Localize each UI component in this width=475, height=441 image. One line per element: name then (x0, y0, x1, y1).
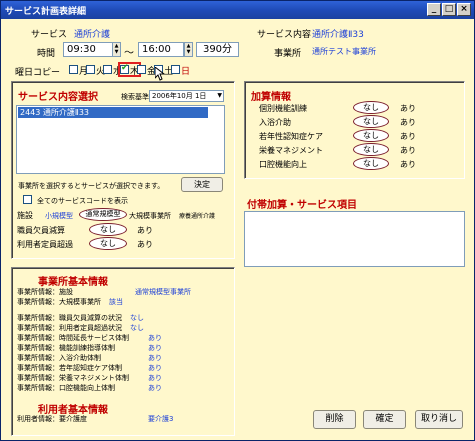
staff-shortage-none[interactable]: なし (89, 223, 127, 236)
office-info-value: あり (148, 354, 162, 362)
service-value: 通所介護 (74, 30, 111, 40)
addon-option-none[interactable]: なし (353, 143, 389, 156)
show-all-checkbox[interactable] (23, 195, 32, 204)
staff-shortage-label: 職員欠員減算 (17, 226, 65, 235)
office-info-value: 該当 (109, 298, 123, 306)
minimize-button[interactable]: _ (427, 3, 441, 16)
weekday-checkbox[interactable] (103, 65, 112, 74)
office-info-label: 事業所情報：利用者定員超過状況 (17, 324, 122, 332)
addon-option-yes[interactable]: あり (400, 131, 416, 142)
office-info-label: 事業所情報：大規模事業所 (17, 298, 101, 306)
window-title: サービス計画表詳細 (5, 7, 87, 17)
addon-option-yes[interactable]: あり (400, 159, 416, 170)
addon-label: 個別機能訓練 (259, 104, 307, 113)
confirm-button[interactable]: 確定 (363, 410, 406, 429)
weekday-copy-label: 曜日コピー (15, 68, 61, 78)
addon-option-none[interactable]: なし (353, 129, 389, 142)
service-label: サービス (31, 30, 68, 40)
extra-title: 付帯加算・サービス項目 (247, 200, 357, 211)
facility-option-nursing[interactable]: 療養通所介護 (179, 211, 215, 220)
office-info-value: あり (148, 374, 162, 382)
search-date-value: 2006年10月 1日 (152, 92, 207, 100)
title-bar[interactable]: サービス計画表詳細 _ □ × (1, 1, 474, 19)
office-info-label: 事業所情報：栄養マネジメント体制 (17, 374, 129, 382)
addon-label: 口腔機能向上 (259, 160, 307, 169)
addon-label: 栄養マネジメント (259, 146, 323, 155)
show-all-label: 全てのサービスコードを表示 (37, 197, 128, 205)
service-content-value: 通所介護Ⅱ33 (312, 30, 364, 40)
over-capacity-none[interactable]: なし (89, 237, 127, 250)
weekday-label: 日 (181, 67, 191, 77)
time-tilde: ～ (124, 48, 134, 59)
office-info-label: 事業所情報：若年認知症ケア体制 (17, 364, 122, 372)
office-info-value: あり (148, 384, 162, 392)
facility-option-normal[interactable]: 通常規模型 (79, 208, 127, 221)
time-label: 時間 (37, 49, 56, 59)
addon-option-none[interactable]: なし (353, 157, 389, 170)
office-label: 事業所 (274, 49, 302, 59)
service-hint: 事業所を選択するとサービスが選択できます。 (18, 182, 165, 190)
office-info-value: あり (148, 364, 162, 372)
facility-label: 施設 (17, 211, 33, 220)
addon-option-none[interactable]: なし (353, 115, 389, 128)
office-info-label: 事業所情報：機能訓練指導体制 (17, 344, 115, 352)
weekday-checkbox[interactable] (171, 65, 180, 74)
end-time-spinner[interactable]: ▲ ▼ (184, 42, 193, 57)
office-info-label: 事業所情報：口腔機能向上体制 (17, 384, 115, 392)
office-value: 通所テスト事業所 (312, 47, 376, 56)
facility-option-small[interactable]: 小規模型 (45, 211, 73, 221)
office-info-value: 通常規模型事業所 (135, 288, 191, 296)
addon-label: 若年性認知症ケア (259, 132, 323, 141)
addon-option-yes[interactable]: あり (400, 117, 416, 128)
office-info-value: あり (148, 334, 162, 342)
close-button[interactable]: × (457, 3, 471, 16)
cancel-button[interactable]: 取り消し (415, 410, 463, 429)
user-info-label: 利用者情報：要介護度 (17, 415, 87, 423)
search-date-select[interactable]: 2006年10月 1日 ▼ (149, 90, 224, 102)
office-info-value: なし (130, 324, 144, 332)
office-info-value: なし (130, 314, 144, 322)
office-info-label: 事業所情報：入浴介助体制 (17, 354, 101, 362)
facility-option-large[interactable]: 大規模事業所 (129, 211, 171, 221)
office-info-label: 事業所情報：時間延長サービス体制 (17, 334, 129, 342)
dialog-window: サービス計画表詳細 _ □ × サービス 通所介護 サービス内容 通所介護Ⅱ33… (0, 0, 475, 441)
service-content-label: サービス内容 (257, 30, 312, 40)
addon-title: 加算情報 (251, 92, 291, 103)
office-info-title: 事業所基本情報 (38, 277, 108, 288)
weekday-checkbox[interactable] (137, 65, 146, 74)
office-info-value: あり (148, 344, 162, 352)
addon-label: 入浴介助 (259, 118, 291, 127)
addon-option-yes[interactable]: あり (400, 103, 416, 114)
office-info-label: 事業所情報：施設 (17, 288, 73, 296)
list-item[interactable]: 2443 通所介護Ⅱ33 (18, 107, 208, 118)
addon-option-none[interactable]: なし (353, 101, 389, 114)
end-time-input[interactable]: 16:00 (138, 42, 184, 57)
maximize-button[interactable]: □ (442, 3, 456, 16)
service-select-title: サービス内容選択 (18, 92, 98, 103)
duration-field: 390分 (196, 42, 239, 57)
staff-shortage-yes[interactable]: あり (137, 225, 153, 236)
user-info-value: 要介護3 (148, 415, 174, 423)
weekday-checkbox[interactable] (86, 65, 95, 74)
cursor-icon (155, 67, 165, 81)
extra-listbox[interactable] (244, 211, 465, 267)
service-listbox[interactable]: 2443 通所介護Ⅱ33 (16, 105, 225, 174)
office-info-label: 事業所情報：職員欠員減算の状況 (17, 314, 122, 322)
start-time-spinner[interactable]: ▲ ▼ (112, 42, 121, 57)
decide-button[interactable]: 決定 (181, 177, 223, 192)
chevron-down-icon: ▼ (217, 92, 222, 99)
weekday-checkbox[interactable] (69, 65, 78, 74)
start-time-input[interactable]: 09:30 (63, 42, 113, 57)
over-capacity-label: 利用者定員超過 (17, 240, 73, 249)
delete-button[interactable]: 削除 (313, 410, 356, 429)
addon-option-yes[interactable]: あり (400, 145, 416, 156)
over-capacity-yes[interactable]: あり (137, 239, 153, 250)
